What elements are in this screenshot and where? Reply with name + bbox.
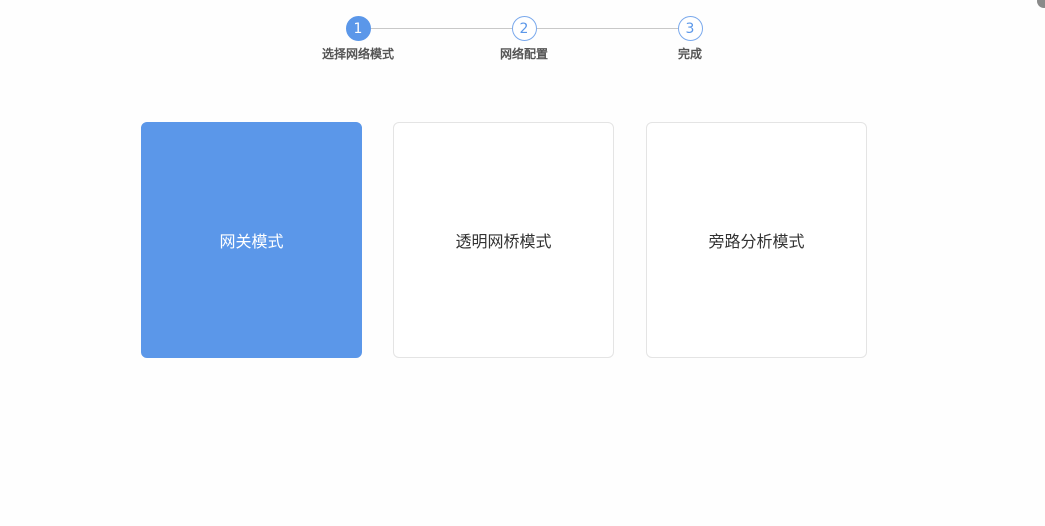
mode-card-label: 透明网桥模式 — [455, 232, 552, 251]
setup-wizard-page: 1 选择网络模式 2 网络配置 3 完成 网关模式 透明网桥模式 旁路分析模式 — [0, 0, 1045, 526]
step-number-badge: 2 — [511, 16, 537, 41]
mode-card-gateway[interactable]: 网关模式 — [141, 122, 362, 358]
step-complete[interactable]: 3 完成 — [630, 16, 750, 62]
step-number-badge: 3 — [677, 16, 703, 41]
mode-card-label: 网关模式 — [219, 232, 284, 251]
step-select-network-mode[interactable]: 1 选择网络模式 — [298, 16, 418, 62]
step-number-badge: 1 — [345, 16, 371, 41]
mode-card-transparent-bridge[interactable]: 透明网桥模式 — [393, 122, 614, 358]
step-label: 网络配置 — [499, 47, 548, 61]
mode-card-label: 旁路分析模式 — [708, 232, 805, 251]
wizard-stepper: 1 选择网络模式 2 网络配置 3 完成 — [0, 0, 1045, 70]
step-label: 选择网络模式 — [321, 47, 394, 61]
mode-card-bypass-analysis[interactable]: 旁路分析模式 — [646, 122, 867, 358]
step-label: 完成 — [677, 47, 702, 61]
step-network-config[interactable]: 2 网络配置 — [464, 16, 584, 62]
